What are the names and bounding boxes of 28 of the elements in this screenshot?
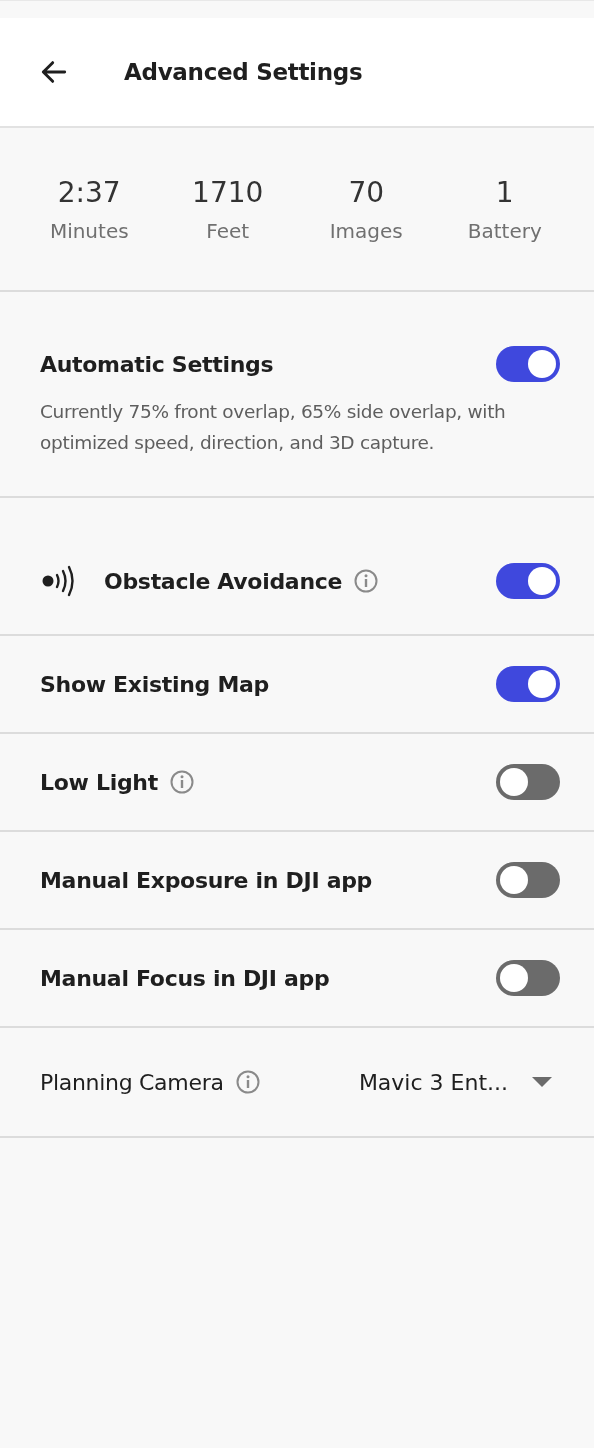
stat-value: 1710 (192, 175, 264, 209)
toggle-switch[interactable] (496, 764, 560, 800)
toggle-switch[interactable] (496, 346, 560, 382)
setting-label: Planning Camera (40, 1069, 224, 1095)
setting-label: Manual Exposure in DJI app (40, 867, 373, 893)
setting-description: Currently 75% front overlap, 65% side overlap, with optimized speed, direction, and 3D capture. (40, 400, 507, 455)
stat-label: Images (329, 218, 403, 243)
stat-label: Feet (206, 218, 250, 243)
page-title: Advanced Settings (124, 59, 363, 85)
caret-icon (532, 1077, 552, 1087)
toggle-switch[interactable] (496, 666, 560, 702)
toggle-switch[interactable] (496, 862, 560, 898)
stat-value: 2:37 (57, 175, 121, 209)
setting-label: Low Light (40, 769, 158, 795)
setting-label: Manual Focus in DJI app (40, 965, 330, 991)
stat-value: 1 (495, 175, 514, 209)
setting-label: Automatic Settings (40, 351, 274, 377)
stat-label: Minutes (49, 218, 129, 243)
setting-label: Obstacle Avoidance (104, 568, 343, 594)
stat-value: 70 (348, 175, 385, 209)
toggle-switch[interactable] (496, 960, 560, 996)
toggle-switch[interactable] (496, 563, 560, 599)
info-icon[interactable] (235, 1070, 260, 1094)
info-icon[interactable] (169, 770, 194, 794)
info-icon[interactable] (354, 569, 379, 593)
stat-label: Battery (467, 218, 542, 243)
setting-label: Show Existing Map (40, 671, 269, 697)
camera-dropdown[interactable]: Mavic 3 Ent... (358, 1069, 552, 1095)
